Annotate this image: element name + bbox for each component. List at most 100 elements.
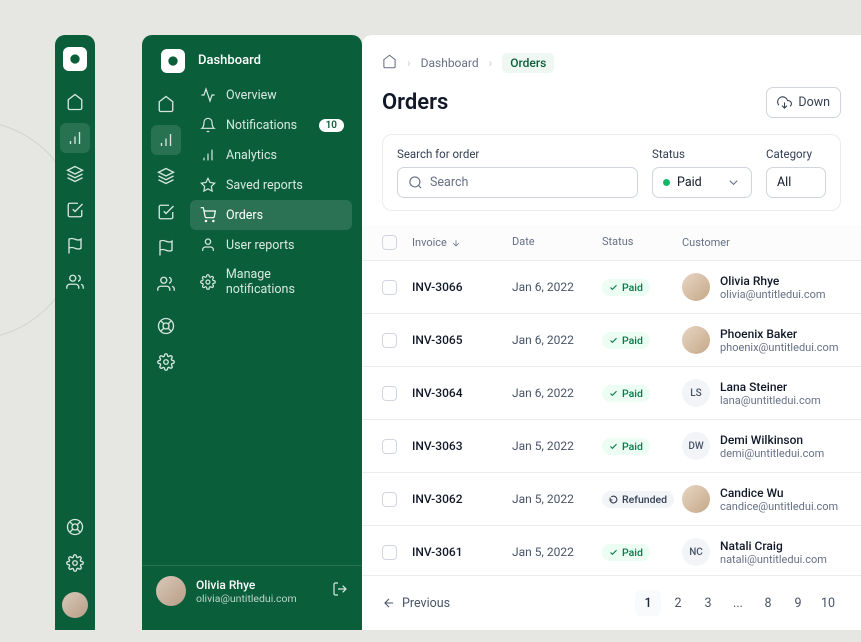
cloud-download-icon: [777, 95, 792, 110]
sidebar-item-overview[interactable]: Overview: [190, 80, 352, 110]
col-invoice[interactable]: Invoice: [412, 235, 512, 250]
table-header: Invoice Date Status Customer: [362, 225, 861, 261]
cart-icon: [200, 207, 216, 223]
life-buoy-icon[interactable]: [151, 311, 181, 341]
activity-icon: [200, 87, 216, 103]
avatar: [682, 485, 710, 513]
sidebar: Dashboard Overview Notifications10Analyti…: [142, 35, 362, 630]
invoice-date: Jan 6, 2022: [512, 333, 602, 347]
category-value: All: [777, 175, 791, 190]
customer-name: Candice Wu: [720, 486, 838, 500]
table-row[interactable]: INV-3065 Jan 6, 2022 Paid Phoenix Bakerp…: [362, 314, 861, 367]
search-input[interactable]: Search: [397, 167, 638, 198]
sidebar-item-notifications[interactable]: Notifications10: [190, 110, 352, 140]
bell-icon: [200, 117, 216, 133]
sidebar-item-saved-reports[interactable]: Saved reports: [190, 170, 352, 200]
customer-email: lana@untitledui.com: [720, 394, 821, 407]
status-value: Paid: [677, 175, 702, 190]
sidebar-item-user-reports[interactable]: User reports: [190, 230, 352, 260]
prev-label: Previous: [402, 596, 450, 611]
status-badge: Refunded: [602, 491, 674, 508]
page-title: Orders: [382, 90, 448, 115]
check-square-icon[interactable]: [60, 195, 90, 225]
flag-icon[interactable]: [60, 231, 90, 261]
row-checkbox[interactable]: [382, 492, 397, 507]
table-row[interactable]: INV-3064 Jan 6, 2022 Paid LSLana Steiner…: [362, 367, 861, 420]
sidebar-item-manage-notifications[interactable]: Manage notifications: [190, 260, 352, 304]
app-logo[interactable]: [161, 49, 185, 73]
invoice-id: INV-3061: [412, 545, 512, 559]
settings-icon[interactable]: [151, 347, 181, 377]
customer-email: phoenix@untitledui.com: [720, 341, 838, 354]
invoice-id: INV-3066: [412, 280, 512, 294]
bar-chart-icon[interactable]: [151, 125, 181, 155]
row-checkbox[interactable]: [382, 333, 397, 348]
status-badge: Paid: [602, 279, 650, 296]
sidebar-item-analytics[interactable]: Analytics: [190, 140, 352, 170]
breadcrumb: › Dashboard › Orders: [362, 35, 861, 73]
invoice-date: Jan 5, 2022: [512, 439, 602, 453]
avatar[interactable]: [62, 592, 88, 618]
category-select[interactable]: All: [766, 167, 826, 198]
table-row[interactable]: INV-3062 Jan 5, 2022 Refunded Candice Wu…: [362, 473, 861, 526]
layers-icon[interactable]: [151, 161, 181, 191]
sidebar-item-orders[interactable]: Orders: [190, 200, 352, 230]
page-9[interactable]: 9: [785, 590, 811, 616]
check-square-icon[interactable]: [151, 197, 181, 227]
download-button[interactable]: Down: [766, 87, 841, 118]
status-dot: [663, 179, 670, 186]
breadcrumb-item-active: Orders: [502, 53, 554, 73]
invoice-date: Jan 6, 2022: [512, 386, 602, 400]
status-label: Status: [652, 147, 752, 161]
row-checkbox[interactable]: [382, 439, 397, 454]
page-3[interactable]: 3: [695, 590, 721, 616]
settings-icon[interactable]: [60, 548, 90, 578]
customer-name: Natali Craig: [720, 539, 827, 553]
breadcrumb-item[interactable]: Dashboard: [421, 56, 479, 70]
prev-button[interactable]: Previous: [382, 596, 450, 611]
col-customer[interactable]: Customer: [682, 235, 841, 250]
table-row[interactable]: INV-3061 Jan 5, 2022 Paid NCNatali Craig…: [362, 526, 861, 575]
chevron-right-icon: ›: [489, 56, 493, 70]
home-icon[interactable]: [151, 89, 181, 119]
status-badge: Paid: [602, 332, 650, 349]
life-buoy-icon[interactable]: [60, 512, 90, 542]
table-row[interactable]: INV-3066 Jan 6, 2022 Paid Olivia Rhyeoli…: [362, 261, 861, 314]
users-icon[interactable]: [60, 267, 90, 297]
home-icon[interactable]: [382, 54, 397, 72]
bar-chart-icon[interactable]: [60, 123, 90, 153]
invoice-date: Jan 6, 2022: [512, 280, 602, 294]
select-all-checkbox[interactable]: [382, 235, 397, 250]
status-badge: Paid: [602, 544, 650, 561]
col-status[interactable]: Status: [602, 235, 682, 250]
nav-label: Overview: [226, 88, 277, 103]
customer-email: demi@untitledui.com: [720, 447, 824, 460]
avatar[interactable]: [156, 576, 186, 606]
col-date[interactable]: Date: [512, 235, 602, 250]
page-10[interactable]: 10: [815, 590, 841, 616]
page-8[interactable]: 8: [755, 590, 781, 616]
category-label: Category: [766, 147, 826, 161]
nav-label: Notifications: [226, 118, 297, 133]
page-2[interactable]: 2: [665, 590, 691, 616]
table-row[interactable]: INV-3063 Jan 5, 2022 Paid DWDemi Wilkins…: [362, 420, 861, 473]
app-logo[interactable]: [63, 47, 87, 71]
invoice-date: Jan 5, 2022: [512, 545, 602, 559]
sidebar-title: Dashboard: [190, 49, 352, 80]
chevron-down-icon: [726, 175, 741, 190]
invoice-id: INV-3062: [412, 492, 512, 506]
status-select[interactable]: Paid: [652, 167, 752, 198]
page-1[interactable]: 1: [635, 590, 661, 616]
row-checkbox[interactable]: [382, 545, 397, 560]
row-checkbox[interactable]: [382, 280, 397, 295]
main-panel: › Dashboard › Orders Orders Down Search …: [362, 35, 861, 630]
home-icon[interactable]: [60, 87, 90, 117]
logout-icon[interactable]: [332, 581, 348, 601]
row-checkbox[interactable]: [382, 386, 397, 401]
flag-icon[interactable]: [151, 233, 181, 263]
user-name: Olivia Rhye: [196, 578, 297, 592]
layers-icon[interactable]: [60, 159, 90, 189]
avatar: [682, 326, 710, 354]
user-email: olivia@untitledui.com: [196, 592, 297, 605]
users-icon[interactable]: [151, 269, 181, 299]
